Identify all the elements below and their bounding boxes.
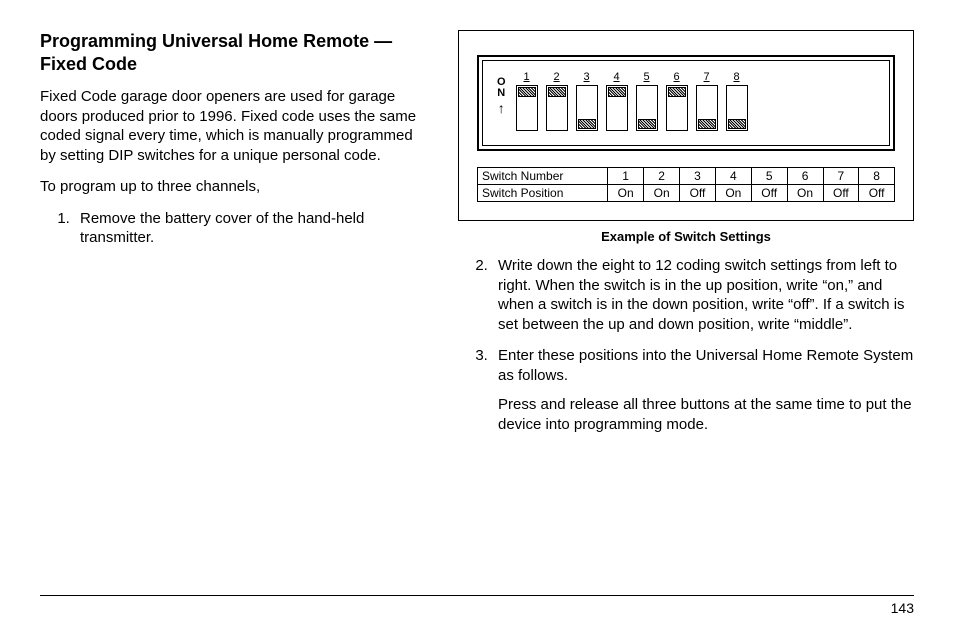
dip-switch-row: 1 2 3 4 5 6 7 8	[516, 71, 748, 131]
table-row: Switch Number 12345678	[478, 168, 895, 185]
page-content: Programming Universal Home Remote — Fixe…	[40, 30, 914, 446]
figure-caption: Example of Switch Settings	[458, 229, 914, 244]
dip-switch-slot	[606, 85, 628, 131]
page-footer: 143	[40, 595, 914, 616]
switch-number-header: Switch Number	[478, 168, 608, 185]
dip-switch-1: 1	[516, 71, 538, 131]
up-arrow-icon: ↑	[498, 101, 505, 115]
section-heading: Programming Universal Home Remote — Fixe…	[40, 30, 430, 75]
dip-switch-slot	[726, 85, 748, 131]
dip-switch-slot	[636, 85, 658, 131]
dip-switch-panel: O N ↑ 1 2 3 4 5 6 7 8	[477, 55, 895, 151]
dip-switch-slider	[698, 119, 716, 129]
dip-switch-number: 4	[614, 71, 620, 83]
dip-switch-slot	[546, 85, 568, 131]
dip-switch-number: 1	[524, 71, 530, 83]
dip-switch-slider	[608, 87, 626, 97]
dip-switch-2: 2	[546, 71, 568, 131]
dip-switch-slot	[666, 85, 688, 131]
dip-switch-number: 5	[644, 71, 650, 83]
dip-switch-number: 8	[734, 71, 740, 83]
step-list-right: Write down the eight to 12 coding switch…	[492, 256, 914, 434]
dip-switch-slot	[696, 85, 718, 131]
step-3-sub: Press and release all three buttons at t…	[498, 395, 914, 434]
step-list-left: Remove the battery cover of the hand-hel…	[74, 209, 430, 248]
table-row: Switch Position OnOnOffOnOffOnOffOff	[478, 185, 895, 202]
switch-position-table: Switch Number 12345678 Switch Position O…	[477, 167, 895, 202]
dip-switch-slider	[518, 87, 536, 97]
dip-switch-number: 7	[704, 71, 710, 83]
dip-switch-slider	[548, 87, 566, 97]
right-column: O N ↑ 1 2 3 4 5 6 7 8 Switch Number 12345678 Sw…	[458, 30, 914, 446]
dip-switch-4: 4	[606, 71, 628, 131]
dip-switch-slot	[516, 85, 538, 131]
dip-switch-slider	[728, 119, 746, 129]
switch-position-header: Switch Position	[478, 185, 608, 202]
on-direction-label: O N ↑	[497, 77, 506, 115]
dip-switch-7: 7	[696, 71, 718, 131]
dip-switch-3: 3	[576, 71, 598, 131]
step-3: Enter these positions into the Universal…	[492, 346, 914, 434]
dip-switch-figure: O N ↑ 1 2 3 4 5 6 7 8 Switch Number 12345678 Sw…	[458, 30, 914, 221]
page-number: 143	[891, 600, 914, 616]
step-1: Remove the battery cover of the hand-hel…	[74, 209, 430, 248]
dip-switch-6: 6	[666, 71, 688, 131]
dip-switch-number: 3	[584, 71, 590, 83]
dip-switch-slider	[578, 119, 596, 129]
left-column: Programming Universal Home Remote — Fixe…	[40, 30, 430, 446]
intro-paragraph-1: Fixed Code garage door openers are used …	[40, 87, 430, 165]
dip-switch-number: 6	[674, 71, 680, 83]
dip-switch-number: 2	[554, 71, 560, 83]
dip-switch-5: 5	[636, 71, 658, 131]
dip-switch-slider	[638, 119, 656, 129]
step-2: Write down the eight to 12 coding switch…	[492, 256, 914, 334]
intro-paragraph-2: To program up to three channels,	[40, 177, 430, 197]
dip-switch-slider	[668, 87, 686, 97]
dip-switch-inner: O N ↑ 1 2 3 4 5 6 7 8	[482, 60, 890, 146]
dip-switch-slot	[576, 85, 598, 131]
dip-switch-8: 8	[726, 71, 748, 131]
